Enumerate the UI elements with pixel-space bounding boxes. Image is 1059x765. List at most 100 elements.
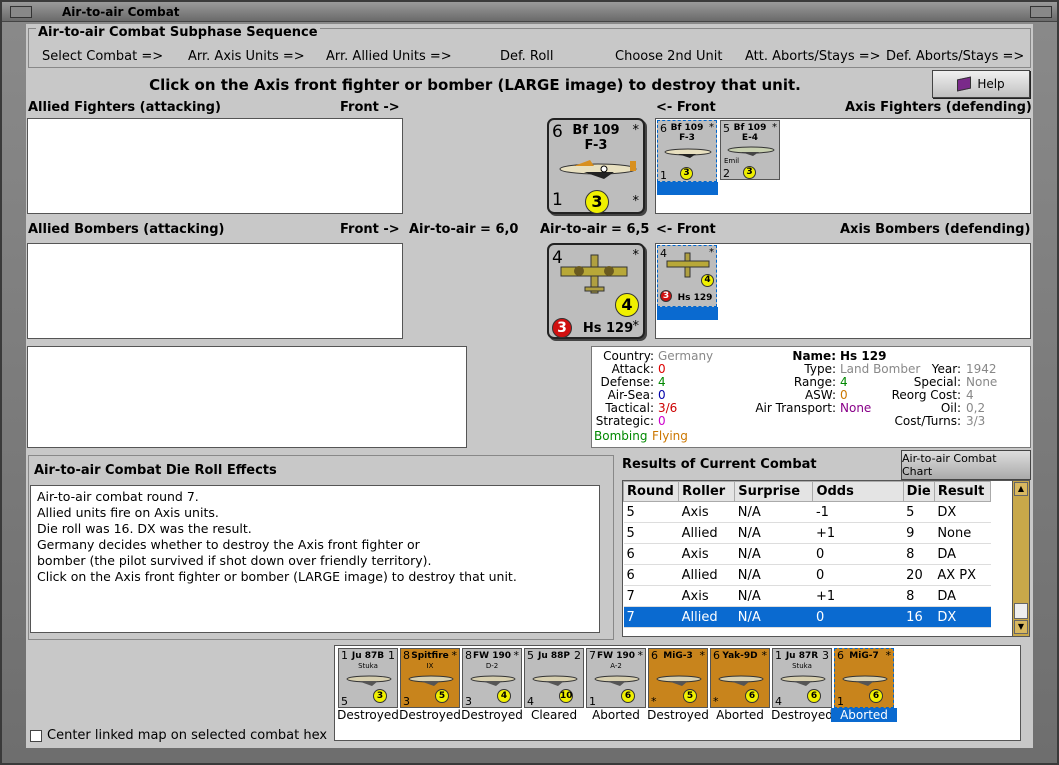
combat-unit-card[interactable]: 1 3 Ju 87R Stuka 4 6 <box>772 648 832 708</box>
cell: 0 <box>812 606 904 628</box>
hs129-plane-icon <box>560 254 628 294</box>
col-result[interactable]: Result <box>933 481 992 502</box>
unit-bl: 2 <box>723 167 730 180</box>
unit-bl: 1 <box>837 695 844 708</box>
combat-unit-card[interactable]: 6 * Yak-9D * 6 <box>710 648 770 708</box>
col-die[interactable]: Die <box>902 481 935 502</box>
unit-name: Ju 87R <box>785 651 819 661</box>
combat-unit-card[interactable]: 8 * Spitfire IX 3 5 <box>400 648 460 708</box>
allied-bombers-label: Allied Bombers (attacking) <box>28 222 225 237</box>
scroll-up-icon[interactable]: ▲ <box>1014 482 1028 496</box>
unit-name: FW 190 <box>597 651 635 661</box>
results-table[interactable]: Round Roller Surprise Odds Die Result 5A… <box>622 480 1030 637</box>
unit-bl: 3 <box>465 695 472 708</box>
selected-unit-bar <box>657 182 718 195</box>
front-left-label-2: <- Front <box>656 222 716 237</box>
table-row[interactable]: 6 Allied N/A 0 20 AX PX <box>623 564 991 586</box>
cost-label: Cost/Turns: <box>894 414 961 428</box>
unit-bl: * <box>713 695 719 708</box>
center-map-checkbox[interactable]: Center linked map on selected combat hex <box>30 728 327 743</box>
unit-sub: A-2 <box>610 662 622 670</box>
cell: 7 <box>623 585 679 607</box>
system-menu-button[interactable] <box>10 6 32 18</box>
table-row[interactable]: 5 Allied N/A +1 9 None <box>623 522 991 544</box>
table-row[interactable]: 5 Axis N/A -1 5 DX <box>623 501 991 523</box>
close-button[interactable] <box>1030 6 1052 18</box>
scroll-thumb[interactable] <box>1014 603 1028 619</box>
axis-front-fighter-card[interactable]: 6 * Bf 109 F-3 1 3 * <box>547 118 645 214</box>
allied-fighters-box[interactable] <box>27 118 403 214</box>
combat-unit-card[interactable]: 6 * MiG-7 1 6 <box>834 648 894 708</box>
combat-unit-card[interactable]: 8 * FW 190 D-2 3 4 <box>462 648 522 708</box>
unit-value: 3 <box>680 167 693 180</box>
combat-unit-status: Cleared <box>530 708 578 722</box>
combat-unit-card[interactable]: 7 * FW 190 A-2 1 6 <box>586 648 646 708</box>
axis-front-bomber-card[interactable]: 4 * 4 3 Hs 129 * <box>547 243 645 339</box>
unit-name: Ju 87B <box>351 651 385 661</box>
plane-icon <box>656 675 702 686</box>
results-scrollbar[interactable]: ▲ ▼ <box>1012 481 1029 636</box>
unit-bl: * <box>651 695 657 708</box>
cell: Allied <box>678 564 735 586</box>
combat-unit-card[interactable]: 6 * MiG-3 * 5 <box>648 648 708 708</box>
front-right-label-2: Front -> <box>340 222 400 237</box>
allied-bombers-box[interactable] <box>27 243 403 339</box>
combat-unit-status: Destroyed <box>647 708 709 722</box>
results-title: Results of Current Combat <box>622 457 817 472</box>
plane-icon <box>408 675 454 686</box>
die-line: Allied units fire on Axis units. <box>37 505 219 520</box>
checkbox-box[interactable] <box>30 729 42 742</box>
die-line: Germany decides whether to destroy the A… <box>37 537 420 552</box>
unit-bl: 3 <box>403 695 410 708</box>
card-defense-value: 4 <box>615 293 639 317</box>
cell: 0 <box>812 543 904 565</box>
col-odds[interactable]: Odds <box>812 481 904 502</box>
help-button[interactable]: Help <box>932 70 1030 98</box>
col-round[interactable]: Round <box>623 481 680 502</box>
table-row[interactable]: 7 Axis N/A +1 8 DA <box>623 585 991 607</box>
unit-bl: 1 <box>660 169 667 182</box>
unit-star: * <box>772 122 777 133</box>
cell: DA <box>934 585 991 607</box>
unit-value: 5 <box>683 689 697 703</box>
plane-icon <box>727 146 775 156</box>
air-to-air-allied: Air-to-air = 6,0 <box>409 222 519 237</box>
unit-value: 10 <box>559 689 573 703</box>
axis-fighter-unit-2[interactable]: 5 Bf 109 E-4 * Emil 2 3 <box>720 120 780 180</box>
unit-name: Hs 129 <box>677 293 713 303</box>
axis-bomber-unit-1[interactable]: 4 * 4 3 Hs 129 <box>657 245 717 307</box>
transport-label: Air Transport: <box>755 401 836 415</box>
card-star-2: * <box>632 319 640 334</box>
combat-chart-button[interactable]: Air-to-air Combat Chart <box>901 450 1031 480</box>
unit-value: 4 <box>701 274 714 287</box>
combat-unit-card[interactable]: 1 1 Ju 87B Stuka 5 3 <box>338 648 398 708</box>
table-row[interactable]: 6 Axis N/A 0 8 DA <box>623 543 991 565</box>
cell: +1 <box>812 522 904 544</box>
unit-name: Spitfire <box>411 651 449 661</box>
unit-value: 6 <box>869 689 883 703</box>
title-bar[interactable]: Air-to-air Combat <box>2 2 1057 22</box>
col-roller[interactable]: Roller <box>678 481 736 502</box>
combat-unit-card[interactable]: 5 2 Ju 88P 4 10 <box>524 648 584 708</box>
unit-value: 6 <box>745 689 759 703</box>
col-surprise[interactable]: Surprise <box>734 481 814 502</box>
table-row-selected[interactable]: 7 Allied N/A 0 16 DX <box>623 606 991 628</box>
scroll-down-icon[interactable]: ▼ <box>1014 620 1028 634</box>
axis-bombers-label: Axis Bombers (defending) <box>840 222 1031 237</box>
card-star: * <box>632 248 640 263</box>
bombing-tag: Bombing <box>594 429 648 443</box>
plane-icon <box>470 675 516 686</box>
cell: DX <box>934 606 991 628</box>
unit-info-panel: Country: Germany Attack: 0 Defense: 4 Ai… <box>591 346 1031 448</box>
cell: 20 <box>903 564 935 586</box>
plane-icon <box>780 675 826 686</box>
unit-value: 4 <box>497 689 511 703</box>
cell: 6 <box>623 564 679 586</box>
front-left-label: <- Front <box>656 100 716 115</box>
cell: DX <box>934 501 991 523</box>
combat-unit-status: Destroyed <box>461 708 523 722</box>
combat-unit-status: Aborted <box>831 708 897 722</box>
cell: Allied <box>678 606 735 628</box>
axis-fighter-unit-1[interactable]: 6 Bf 109 F-3 * 1 3 <box>657 120 717 182</box>
sequence-title: Air-to-air Combat Subphase Sequence <box>36 25 320 40</box>
